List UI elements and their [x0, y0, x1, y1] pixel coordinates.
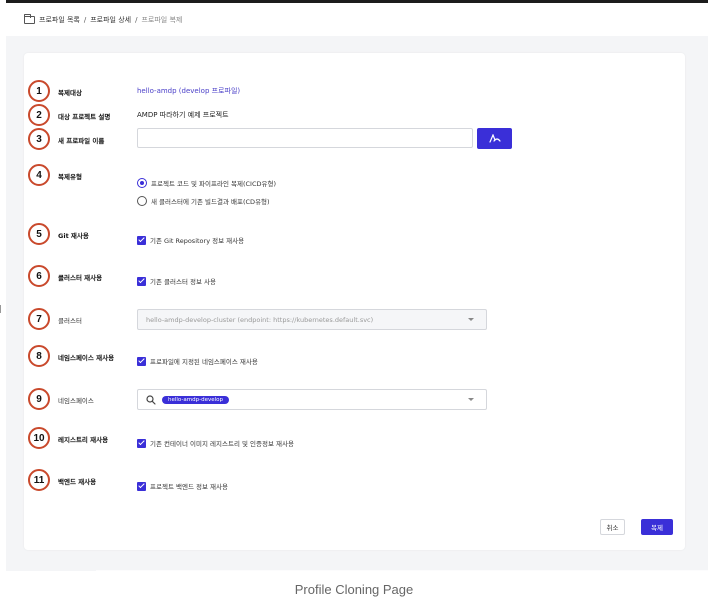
clone-target-link[interactable]: hello-amdp (develop 프로파일) [137, 86, 240, 96]
cluster-select-value: hello-amdp-develop-cluster (endpoint: ht… [146, 315, 374, 324]
step-marker-7: 7 [28, 308, 50, 330]
namespace-reuse-checkbox[interactable]: 프로파일에 지정된 네임스페이스 재사용 [137, 356, 258, 366]
label-clone-target: 복제대상 [58, 89, 82, 97]
label-project-description: 대상 프로젝트 설명 [58, 113, 111, 121]
figure-caption: Profile Cloning Page [294, 582, 414, 597]
radio-unselected-icon[interactable] [137, 196, 147, 206]
label-clone-type: 복제유형 [58, 173, 82, 181]
git-reuse-checkbox[interactable]: 기존 Git Repository 정보 재사용 [137, 235, 244, 245]
checkbox-checked-icon[interactable] [137, 438, 146, 448]
cluster-reuse-checkbox[interactable]: 기존 클러스터 정보 사용 [137, 276, 216, 286]
label-cluster-reuse: 클러스터 재사용 [58, 274, 103, 282]
breadcrumb-current: 프로파일 복제 [141, 15, 183, 24]
namespace-reuse-label: 프로파일에 지정된 네임스페이스 재사용 [150, 358, 258, 366]
search-icon [146, 394, 156, 405]
step-marker-4: 4 [28, 164, 50, 186]
registry-reuse-checkbox[interactable]: 기존 컨테이너 이미지 레지스트리 및 인증정보 재사용 [137, 438, 294, 448]
step-marker-11: 11 [28, 469, 50, 491]
radio-selected-icon[interactable] [137, 178, 147, 188]
namespace-chip[interactable]: hello-amdp-develop [162, 395, 229, 404]
checkbox-checked-icon[interactable] [137, 481, 146, 491]
app-frame: 프로파일 목록 / 프로파일 상세 / 프로파일 복제 1 복제대상 hello… [6, 3, 708, 574]
chevron-down-icon [468, 398, 474, 401]
new-profile-name-input[interactable] [137, 128, 473, 148]
git-reuse-label: 기존 Git Repository 정보 재사용 [150, 237, 245, 245]
checkbox-checked-icon[interactable] [137, 235, 146, 245]
breadcrumb-item-profile-list[interactable]: 프로파일 목록 [39, 15, 80, 25]
backend-reuse-checkbox[interactable]: 프로젝트 백엔드 정보 재사용 [137, 481, 228, 491]
step-marker-10: 10 [28, 427, 50, 449]
namespace-select[interactable]: hello-amdp-develop [137, 389, 487, 410]
cluster-select[interactable]: hello-amdp-develop-cluster (endpoint: ht… [137, 309, 487, 330]
option-label-cd: 새 클러스터에 기존 빌드결과 배포(CD유형) [151, 198, 270, 206]
label-git-reuse: Git 재사용 [58, 232, 89, 240]
step-marker-3: 3 [28, 128, 50, 150]
label-new-profile-name: 새 프로파일 이름 [58, 137, 105, 145]
clone-button[interactable]: 복제 [641, 519, 673, 535]
bottom-bar [96, 570, 708, 574]
clone-type-option-cd[interactable]: 새 클러스터에 기존 빌드결과 배포(CD유형) [137, 196, 270, 206]
step-marker-5: 5 [28, 223, 50, 245]
breadcrumb-separator: / [83, 15, 87, 24]
checkbox-checked-icon[interactable] [137, 276, 146, 286]
page: 프로파일 목록 / 프로파일 상세 / 프로파일 복제 1 복제대상 hello… [0, 0, 708, 604]
cluster-reuse-label: 기존 클러스터 정보 사용 [150, 278, 216, 286]
registry-reuse-label: 기존 컨테이너 이미지 레지스트리 및 인증정보 재사용 [150, 440, 294, 448]
step-marker-6: 6 [28, 265, 50, 287]
label-backend-reuse: 백엔드 재사용 [58, 478, 97, 486]
step-marker-8: 8 [28, 345, 50, 367]
option-label-cicd: 프로젝트 코드 및 파이프라인 복제(CICD유형) [151, 180, 277, 188]
label-cluster: 클러스터 [58, 317, 82, 325]
label-namespace-reuse: 네임스페이스 재사용 [58, 354, 115, 362]
generate-name-button[interactable] [477, 128, 512, 149]
breadcrumb-item-profile-detail[interactable]: 프로파일 상세 [90, 15, 131, 25]
breadcrumb-separator: / [135, 15, 138, 24]
step-marker-9: 9 [28, 388, 50, 410]
label-registry-reuse: 레지스트리 재사용 [58, 436, 109, 444]
folder-icon [24, 13, 35, 24]
clone-type-option-cicd[interactable]: 프로젝트 코드 및 파이프라인 복제(CICD유형) [137, 178, 276, 188]
clone-form-card: 1 복제대상 hello-amdp (develop 프로파일) 2 대상 프로… [24, 53, 685, 550]
checkbox-checked-icon[interactable] [137, 356, 146, 366]
left-edge-mark [0, 305, 1, 313]
project-description-value: AMDP 따라하기 예제 프로젝트 [137, 111, 229, 119]
step-marker-2: 2 [28, 104, 50, 126]
cancel-button[interactable]: 취소 [600, 519, 625, 535]
breadcrumb: 프로파일 목록 / 프로파일 상세 / 프로파일 복제 [6, 3, 708, 36]
step-marker-1: 1 [28, 80, 50, 102]
chevron-down-icon [468, 318, 474, 321]
backend-reuse-label: 프로젝트 백엔드 정보 재사용 [150, 483, 228, 491]
magic-wand-icon [488, 133, 501, 143]
label-namespace: 네임스페이스 [58, 397, 94, 405]
